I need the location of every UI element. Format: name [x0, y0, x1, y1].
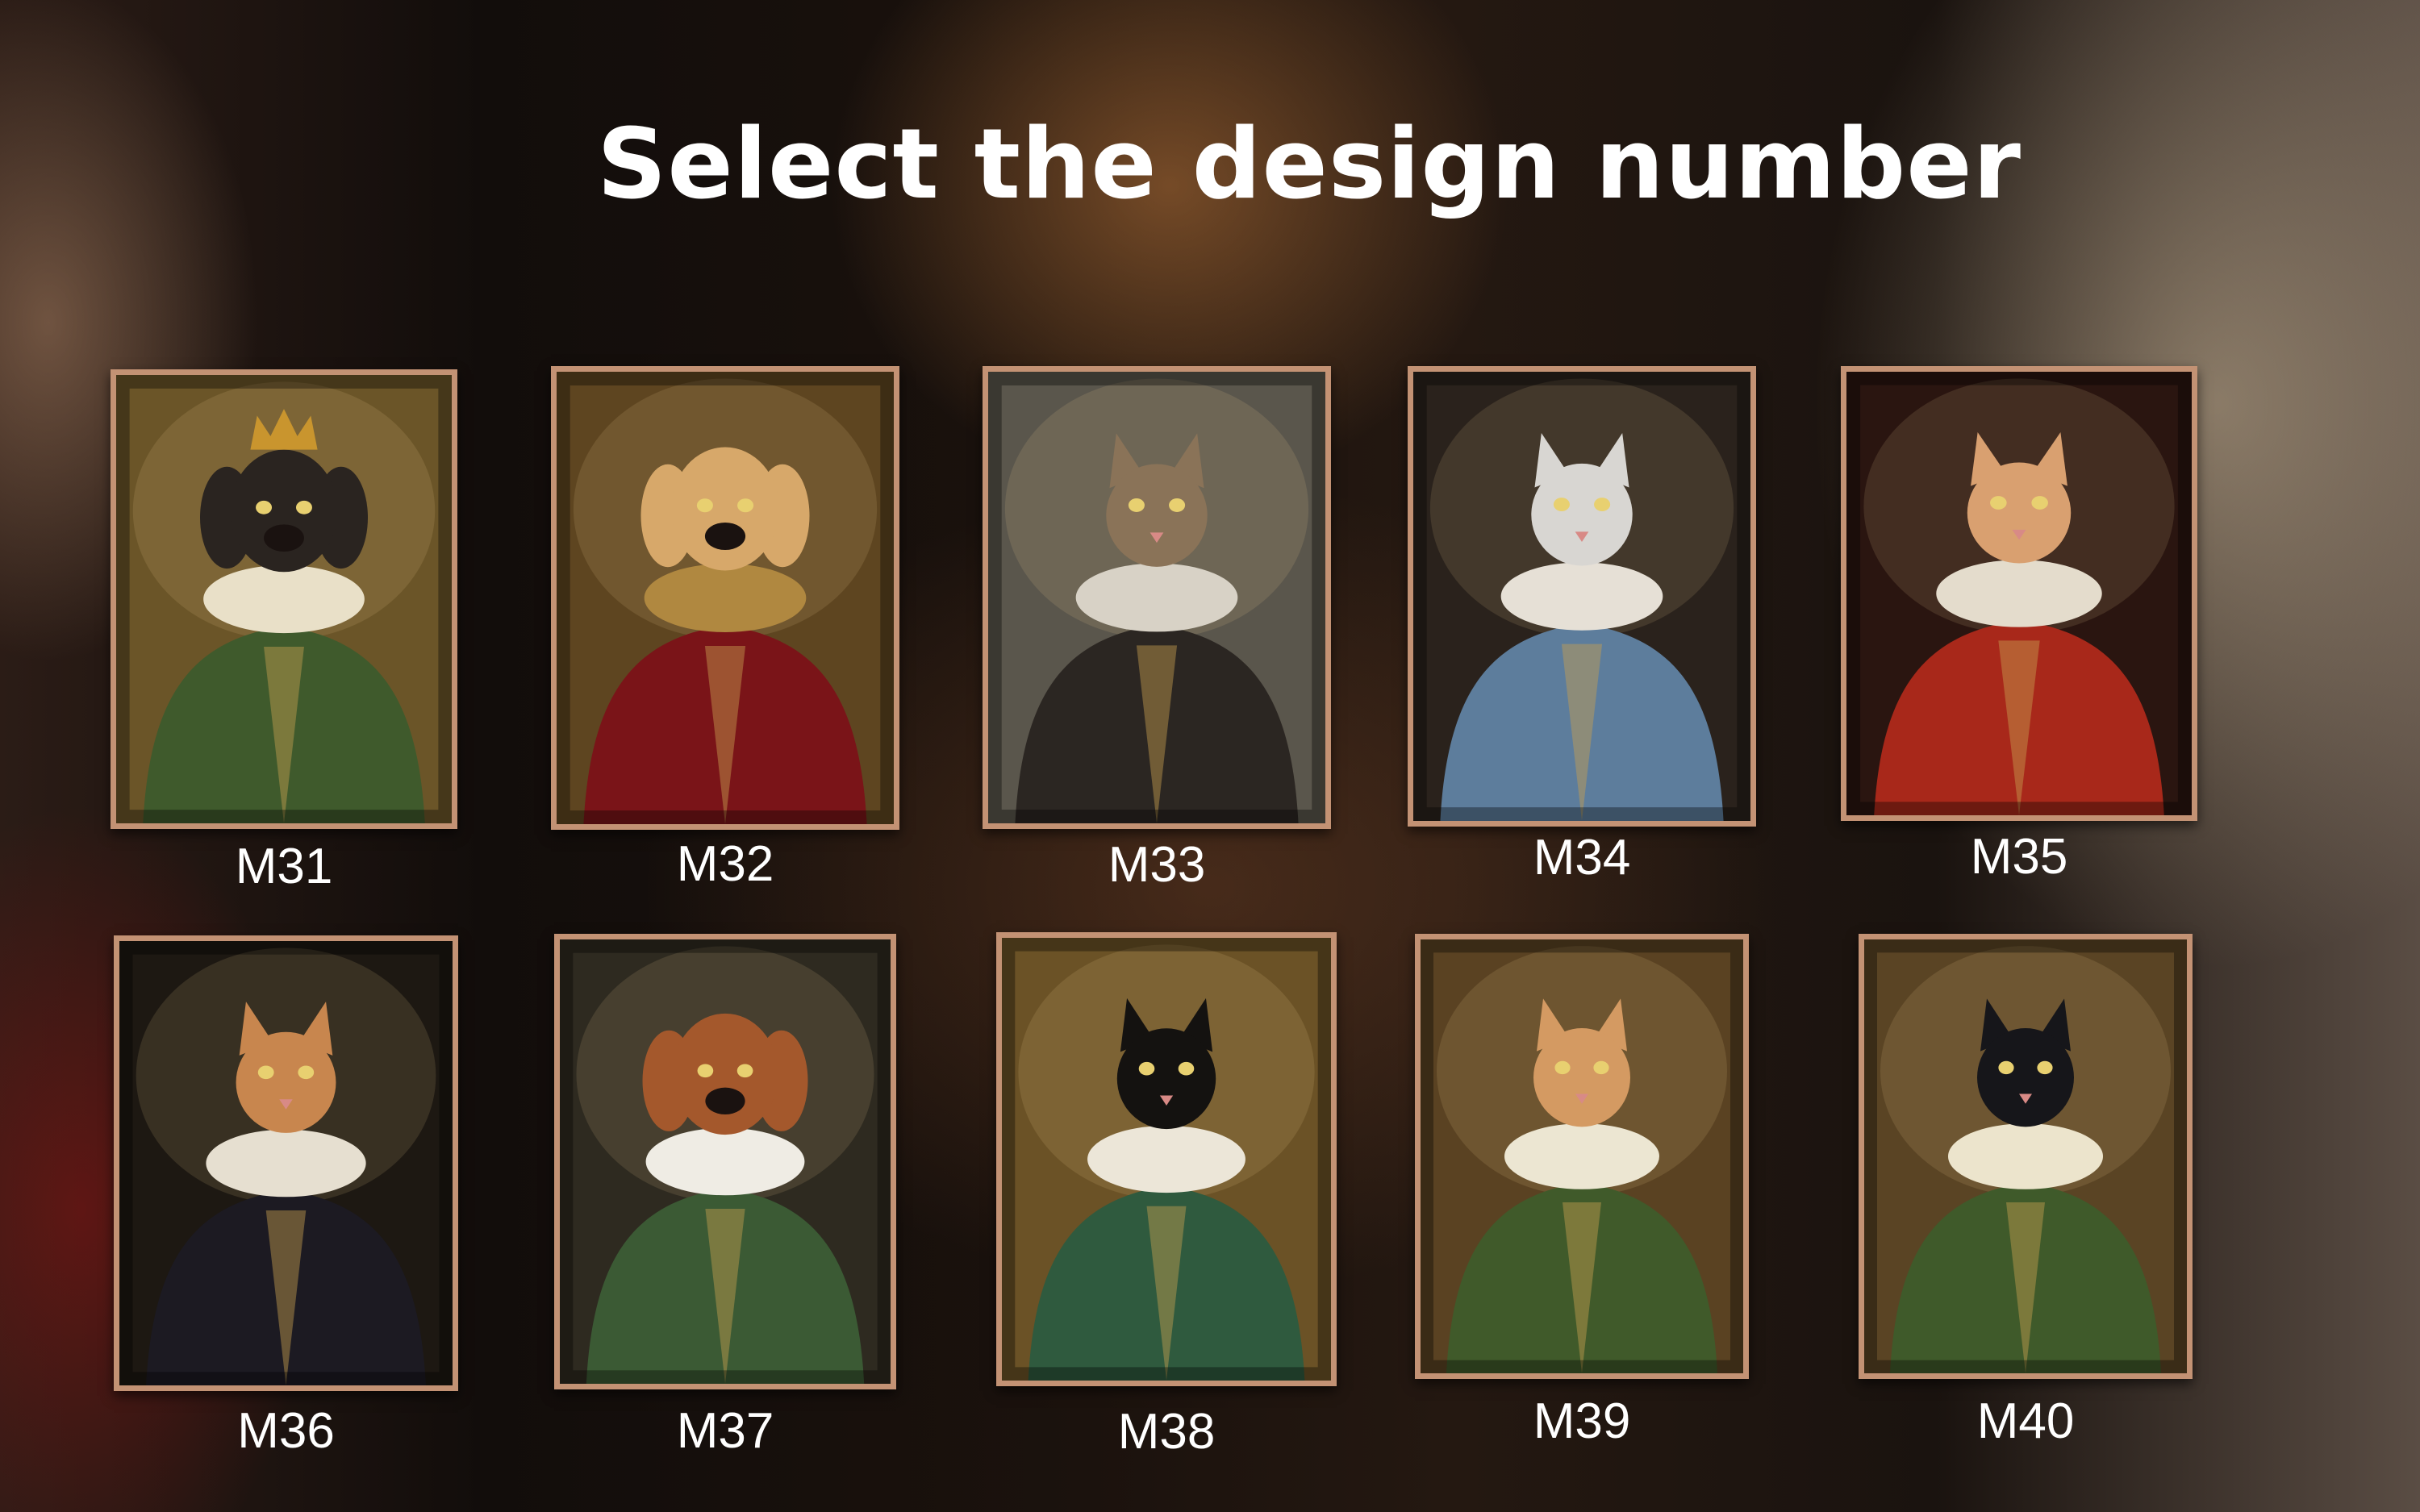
portrait-collar — [203, 564, 365, 634]
portrait-head — [1533, 1028, 1630, 1127]
portrait-head — [1531, 463, 1633, 566]
portrait-image — [1864, 939, 2187, 1373]
portrait-eye — [697, 1064, 714, 1078]
portrait-head — [1106, 464, 1208, 567]
design-card-m39[interactable]: M39 — [1415, 934, 1749, 1466]
portrait-frame — [111, 369, 457, 829]
portrait-head — [1977, 1028, 2074, 1127]
design-label: M37 — [676, 1403, 774, 1459]
portrait-eye — [1998, 1060, 2014, 1075]
design-card-m33[interactable]: M33 — [983, 366, 1331, 893]
portrait-head — [1967, 462, 2072, 564]
design-label: M31 — [235, 839, 333, 894]
portrait-eye — [1554, 1060, 1571, 1075]
design-label: M40 — [1976, 1393, 2075, 1449]
portrait-frame — [1859, 934, 2193, 1379]
design-card-m37[interactable]: M37 — [554, 934, 896, 1470]
portrait-frame — [554, 934, 896, 1389]
portrait-image — [116, 375, 452, 823]
design-card-m35[interactable]: M35 — [1841, 366, 2197, 885]
portrait-image — [1413, 372, 1750, 821]
portrait-image — [1846, 372, 2192, 815]
portrait-head — [236, 1031, 336, 1133]
portrait-image — [560, 939, 891, 1384]
portrait-eye — [696, 498, 713, 513]
portrait-frame — [551, 366, 899, 830]
portrait-collar — [1075, 563, 1238, 632]
portrait-collar — [1500, 562, 1663, 631]
portrait-eye — [1593, 1060, 1609, 1075]
design-card-m34[interactable]: M34 — [1408, 366, 1756, 885]
design-label: M32 — [676, 836, 774, 892]
portrait-eye — [737, 498, 754, 513]
portrait-eye — [1128, 498, 1145, 512]
portrait-collar — [1936, 560, 2102, 627]
portrait-collar — [1087, 1125, 1245, 1193]
portrait-eye — [2031, 496, 2048, 510]
portrait-image — [1421, 939, 1743, 1373]
portrait-eye — [256, 500, 273, 514]
portrait-image — [119, 941, 453, 1385]
portrait-frame — [983, 366, 1331, 829]
portrait-nose — [704, 523, 746, 550]
design-label: M35 — [1970, 829, 2068, 885]
design-card-m38[interactable]: M38 — [996, 932, 1337, 1468]
portrait-eye — [257, 1065, 274, 1080]
design-card-m40[interactable]: M40 — [1859, 934, 2193, 1466]
portrait-collar — [206, 1129, 366, 1198]
portrait-eye — [1594, 498, 1611, 512]
portrait-image — [1002, 938, 1331, 1381]
portrait-image — [988, 372, 1325, 823]
portrait-collar — [1948, 1123, 2103, 1189]
design-label: M34 — [1533, 830, 1631, 885]
portrait-eye — [295, 500, 312, 514]
design-card-m36[interactable]: M36 — [114, 935, 458, 1472]
portrait-eye — [1990, 496, 2007, 510]
portrait-head — [230, 449, 338, 573]
portrait-frame — [114, 935, 458, 1391]
portrait-head — [672, 1013, 778, 1135]
portrait-collar — [645, 1127, 805, 1196]
design-label: M39 — [1533, 1393, 1631, 1449]
portrait-frame — [1841, 366, 2197, 821]
portrait-collar — [644, 564, 807, 632]
portrait-nose — [705, 1087, 745, 1115]
portrait-eye — [1178, 1061, 1195, 1076]
portrait-eye — [2037, 1060, 2053, 1075]
portrait-head — [671, 447, 779, 571]
design-card-m32[interactable]: M32 — [551, 366, 899, 892]
portrait-nose — [264, 524, 304, 552]
portrait-eye — [736, 1064, 753, 1078]
portrait-head — [1116, 1028, 1216, 1130]
portrait-frame — [1408, 366, 1756, 827]
design-label: M36 — [237, 1403, 335, 1459]
design-card-m31[interactable]: M31 — [111, 369, 457, 894]
design-label: M33 — [1108, 837, 1206, 893]
portrait-image — [557, 372, 894, 824]
portrait-eye — [1553, 498, 1570, 512]
design-label: M38 — [1117, 1404, 1216, 1460]
portrait-eye — [1169, 498, 1186, 512]
page-title: Select the design number — [597, 109, 2022, 221]
portrait-collar — [1504, 1123, 1659, 1189]
portrait-frame — [996, 932, 1337, 1386]
portrait-eye — [1138, 1061, 1155, 1076]
portrait-eye — [298, 1065, 315, 1080]
portrait-frame — [1415, 934, 1749, 1379]
